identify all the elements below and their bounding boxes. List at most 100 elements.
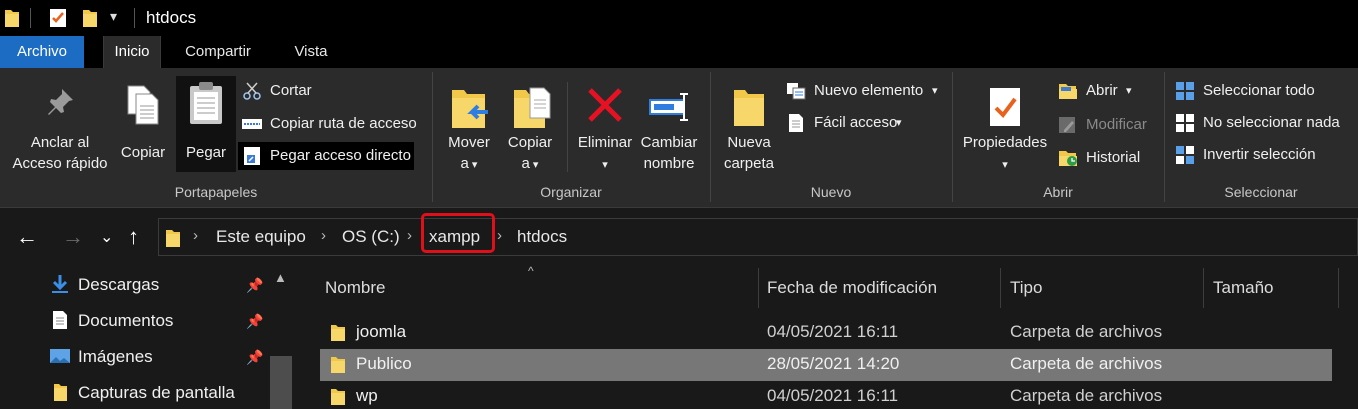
rename-label-line2: nombre: [643, 155, 695, 172]
tab-archivo[interactable]: Archivo: [0, 36, 84, 68]
column-separator[interactable]: [1000, 268, 1001, 308]
rename-icon: [649, 93, 688, 121]
tab-vista[interactable]: Vista: [282, 36, 340, 68]
pin-icon[interactable]: 📌: [246, 313, 263, 330]
table-row[interactable]: joomla 04/05/2021 16:11 Carpeta de archi…: [320, 317, 1332, 349]
file-type: Carpeta de archivos: [1010, 322, 1163, 341]
table-row-selected[interactable]: Publico 28/05/2021 14:20 Carpeta de arch…: [320, 349, 1332, 381]
nav-item-label: Documentos: [78, 311, 174, 330]
breadcrumb-os-c[interactable]: OS (C:): [342, 227, 400, 247]
chevron-down-icon: ▾: [932, 85, 938, 97]
file-type: Carpeta de archivos: [1010, 354, 1163, 373]
group-label-organizar: Organizar: [540, 184, 602, 200]
properties-icon: [990, 88, 1020, 126]
paste-clipboard-icon: [190, 82, 222, 124]
folder-icon: [5, 10, 19, 27]
invert-selection-label: Invertir selección: [1203, 146, 1316, 163]
edit-label: Modificar: [1086, 116, 1147, 133]
column-separator[interactable]: [1338, 268, 1339, 308]
column-header-name[interactable]: Nombre: [325, 278, 385, 298]
chevron-down-icon: ▾: [896, 117, 902, 129]
file-list: ^ Nombre Fecha de modificación Tipo Tama…: [296, 264, 1358, 409]
document-icon: [53, 311, 67, 329]
column-header-date[interactable]: Fecha de modificación: [767, 278, 937, 298]
chevron-down-icon: ▾: [529, 159, 539, 171]
group-label-nuevo: Nuevo: [810, 184, 852, 200]
navigation-bar: ← → ⌄ ↑ › Este equipo › OS (C:) › xampp …: [0, 208, 1358, 264]
folder-icon: [331, 325, 345, 341]
folder-icon: [166, 230, 180, 247]
properties-label: Propiedades: [962, 134, 1048, 151]
edit-icon: [1059, 117, 1075, 133]
breadcrumb-chevron-icon[interactable]: ›: [497, 227, 502, 244]
ribbon-tabs: Archivo Inicio Compartir Vista: [0, 36, 1358, 68]
title-separator: [134, 8, 135, 28]
nav-item-capturas[interactable]: Capturas de pantalla: [50, 383, 235, 403]
scissors-icon: [243, 82, 261, 100]
column-separator[interactable]: [1203, 268, 1204, 308]
chevron-down-icon: ▾: [1126, 85, 1132, 97]
nav-item-label: Capturas de pantalla: [78, 383, 235, 402]
nav-item-label: Descargas: [78, 275, 160, 294]
column-header-type[interactable]: Tipo: [1010, 278, 1042, 298]
navigation-pane: Descargas 📌 Documentos 📌 Imágenes 📌 Capt…: [0, 264, 294, 409]
nav-item-imagenes[interactable]: Imágenes: [50, 347, 153, 367]
address-bar[interactable]: › Este equipo › OS (C:) › xampp › htdocs: [158, 218, 1358, 256]
open-folder-icon: [1059, 84, 1077, 99]
group-separator: [952, 72, 953, 202]
breadcrumb-htdocs[interactable]: htdocs: [517, 227, 567, 247]
chevron-down-icon: ▾: [468, 159, 478, 171]
new-folder-label-line2: carpeta: [723, 155, 775, 172]
copy-label: Copiar: [120, 144, 166, 161]
paste-shortcut-label: Pegar acceso directo: [270, 147, 411, 164]
group-separator: [1164, 72, 1165, 202]
copy-path-icon: [242, 119, 262, 129]
customize-toolbar-icon[interactable]: ▾: [110, 8, 117, 25]
download-arrow-icon: [52, 275, 68, 293]
properties-icon[interactable]: [48, 8, 68, 28]
breadcrumb-chevron-icon[interactable]: ›: [407, 227, 412, 244]
group-separator: [432, 72, 433, 202]
paste-shortcut-icon: [244, 147, 260, 165]
select-all-label: Seleccionar todo: [1203, 82, 1315, 99]
tab-compartir[interactable]: Compartir: [172, 36, 264, 68]
table-row[interactable]: wp 04/05/2021 16:11 Carpeta de archivos: [320, 381, 1332, 409]
annotation-highlight-box: [421, 213, 495, 253]
file-name: Publico: [356, 354, 412, 373]
breadcrumb-chevron-icon[interactable]: ›: [193, 227, 198, 244]
copy-path-label: Copiar ruta de acceso: [270, 115, 417, 132]
pin-icon: [48, 89, 73, 115]
forward-arrow-icon[interactable]: →: [62, 224, 84, 250]
copy-to-label-line1: Copiar: [507, 134, 553, 151]
chevron-down-icon: ▾: [1002, 159, 1008, 171]
up-arrow-icon[interactable]: ↑: [128, 224, 139, 250]
back-arrow-icon[interactable]: ←: [16, 224, 38, 250]
select-none-label: No seleccionar nada: [1203, 114, 1340, 131]
pin-label-line1: Anclar al: [30, 134, 90, 151]
new-item-icon: [787, 83, 806, 100]
chevron-down-icon: ▾: [602, 159, 608, 171]
column-separator[interactable]: [758, 268, 759, 308]
nav-item-descargas[interactable]: Descargas: [50, 275, 159, 295]
move-label-line2: a: [460, 155, 469, 172]
nav-item-documentos[interactable]: Documentos: [50, 311, 173, 331]
pin-icon[interactable]: 📌: [246, 349, 263, 366]
new-folder-icon[interactable]: [82, 8, 98, 28]
file-date: 04/05/2021 16:11: [767, 386, 899, 405]
invert-selection-icon: [1176, 146, 1194, 164]
scroll-up-icon[interactable]: ▲: [274, 270, 287, 285]
column-header-size[interactable]: Tamaño: [1213, 278, 1273, 298]
recent-locations-chevron-icon[interactable]: ⌄: [100, 227, 113, 247]
pin-label-line2: Acceso rápido: [12, 155, 108, 172]
tab-inicio[interactable]: Inicio: [103, 36, 161, 68]
scrollbar-thumb[interactable]: [270, 356, 292, 409]
copy-icon: [127, 85, 159, 125]
select-none-icon: [1176, 114, 1194, 132]
pin-icon[interactable]: 📌: [246, 277, 263, 294]
breadcrumb-chevron-icon[interactable]: ›: [321, 227, 326, 244]
file-date: 04/05/2021 16:11: [767, 322, 899, 341]
cut-label: Cortar: [270, 82, 312, 99]
paste-label: Pegar: [185, 144, 227, 161]
breadcrumb-este-equipo[interactable]: Este equipo: [216, 227, 306, 247]
open-label: Abrir: [1086, 82, 1118, 99]
